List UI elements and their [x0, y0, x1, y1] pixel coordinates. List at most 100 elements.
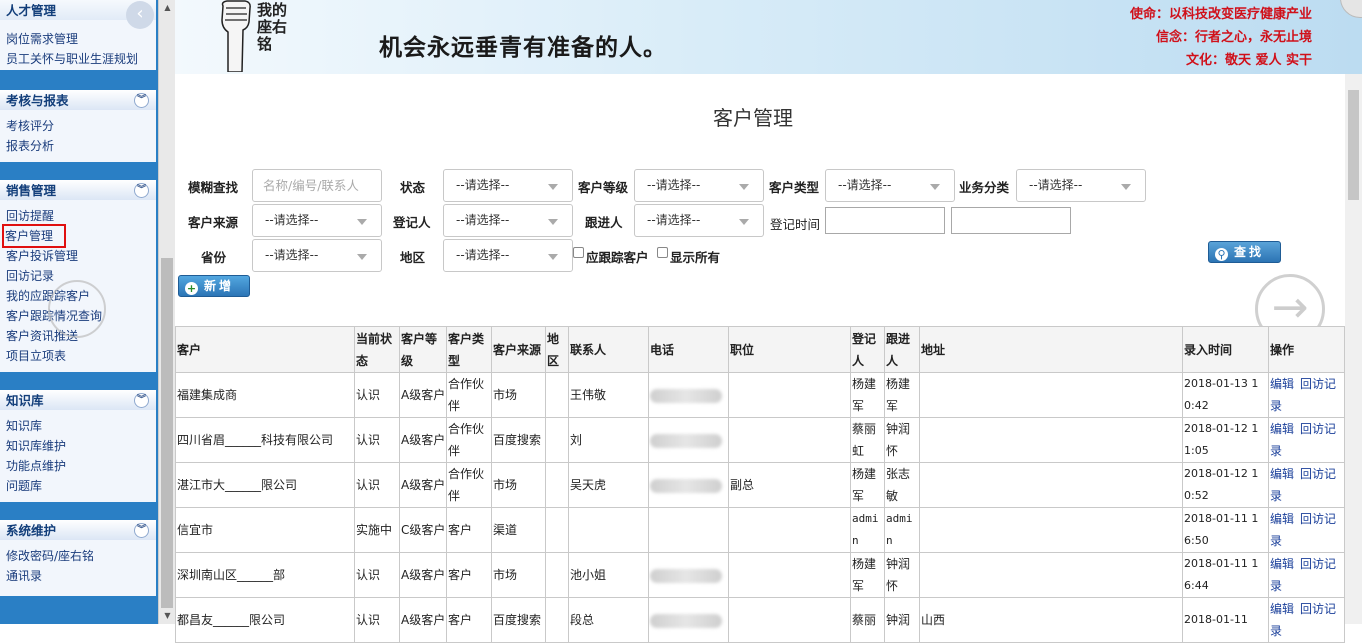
column-header[interactable]: 联系人 [568, 326, 649, 373]
sidebar-section-system: 系统维护 ︾ 修改密码/座右铭 通讯录 [0, 520, 156, 596]
sidebar-item-visit-reminder[interactable]: 回访提醒 [6, 206, 156, 226]
show-all-checkbox[interactable] [657, 247, 668, 258]
sidebar-item[interactable]: 岗位需求管理 [6, 29, 156, 49]
cell-phone [648, 417, 729, 463]
main-scroll-thumb[interactable] [1348, 90, 1359, 200]
scroll-down-icon[interactable]: ▼ [159, 608, 176, 624]
type-label: 客户类型 [769, 180, 820, 195]
column-header[interactable]: 客户类型 [446, 326, 492, 373]
source-select[interactable]: --请选择-- [252, 204, 382, 237]
sidebar-item[interactable]: 功能点维护 [6, 456, 156, 476]
cell-contact: 吴天虎 [568, 462, 649, 508]
sidebar-section-title[interactable]: 销售管理 ︾ [0, 180, 156, 200]
column-header[interactable]: 录入时间 [1182, 326, 1269, 373]
cell-actions: 编辑 回访记录 [1268, 417, 1345, 463]
sidebar-section-title[interactable]: 考核与报表 ︾ [0, 90, 156, 110]
cell-position [728, 372, 851, 418]
table-row[interactable]: 深圳南山区______部 认识 A级客户 客户 市场 池小姐 杨建军 钟润怀 2018-01-1… [175, 552, 1345, 598]
sidebar-section-title[interactable]: 知识库 ︾ [0, 390, 156, 410]
registrar-select[interactable]: --请选择-- [443, 204, 573, 237]
should-follow-checkbox[interactable] [573, 247, 584, 258]
sidebar-section-title[interactable]: 系统维护 ︾ [0, 520, 156, 540]
search-button[interactable]: ⚲ 查找 [1208, 241, 1281, 263]
cell-position: 副总 [728, 462, 851, 508]
column-header[interactable]: 客户等级 [399, 326, 447, 373]
column-header[interactable]: 职位 [728, 326, 851, 373]
sidebar-item[interactable]: 报表分析 [6, 136, 156, 156]
column-header[interactable]: 操作 [1268, 326, 1345, 373]
type-select[interactable]: --请选择-- [825, 169, 955, 202]
sidebar-scroll-thumb[interactable] [161, 258, 173, 608]
chevron-down-icon[interactable]: ︾ [134, 183, 149, 198]
redacted-phone [650, 433, 722, 448]
column-header[interactable]: 电话 [648, 326, 729, 373]
main-scrollbar[interactable] [1345, 74, 1362, 624]
table-row[interactable]: 湛江市大______限公司 认识 A级客户 合作伙伴 市场 吴天虎 副总 杨建军 张志敏 2018… [175, 462, 1345, 508]
column-header[interactable]: 客户来源 [491, 326, 546, 373]
cell-status: 认识 [354, 372, 400, 418]
show-all-label: 显示所有 [670, 250, 721, 265]
sidebar-item[interactable]: 通讯录 [6, 566, 156, 586]
edit-link[interactable]: 编辑 [1270, 512, 1294, 526]
level-select[interactable]: --请选择-- [634, 169, 764, 202]
edit-link[interactable]: 编辑 [1270, 557, 1294, 571]
column-header[interactable]: 地址 [919, 326, 1183, 373]
section-title-text: 知识库 [6, 393, 44, 408]
column-header[interactable]: 客户 [175, 326, 355, 373]
registrar-label: 登记人 [393, 215, 431, 230]
cell-position [728, 552, 851, 598]
cell-region [545, 462, 569, 508]
banner-mission: 使命：以科技改变医疗健康产业 [1129, 7, 1312, 22]
sidebar-item[interactable]: 客户投诉管理 [6, 246, 156, 266]
region-select[interactable]: --请选择-- [443, 239, 573, 272]
cell-registrar: 杨建军 [850, 552, 885, 598]
redacted-phone [650, 568, 722, 583]
sidebar-scrollbar[interactable]: ▲ ▼ [158, 0, 175, 624]
column-header[interactable]: 登记人 [850, 326, 885, 373]
add-button-label: 新增 [204, 279, 235, 293]
cell-address [919, 417, 1183, 463]
table-row[interactable]: 四川省眉______科技有限公司 认识 A级客户 合作伙伴 百度搜索刘 蔡丽虹 钟润怀 201… [175, 417, 1345, 463]
ghost-overlay-circle [48, 280, 106, 338]
cell-contact: 段总 [568, 597, 649, 643]
biz-select[interactable]: --请选择-- [1016, 169, 1146, 202]
cell-type: 客户 [446, 507, 492, 553]
column-header[interactable]: 当前状态 [354, 326, 400, 373]
sidebar-item-customer-management[interactable]: 客户管理 [2, 224, 66, 248]
table-row[interactable]: 信宜市 实施中 C级客户 客户 渠道 admin admin 2018-01-11 16:50… [175, 507, 1345, 553]
edit-link[interactable]: 编辑 [1270, 467, 1294, 481]
chevron-down-icon[interactable]: ︾ [134, 93, 149, 108]
cell-level: C级客户 [399, 507, 447, 553]
regtime-end-input[interactable] [951, 207, 1071, 234]
sidebar-item[interactable]: 知识库维护 [6, 436, 156, 456]
status-select[interactable]: --请选择-- [443, 169, 573, 202]
column-header[interactable]: 地区 [545, 326, 569, 373]
section-title-text: 考核与报表 [6, 93, 69, 108]
chevron-down-icon[interactable]: ︾ [134, 523, 149, 538]
fist-icon [221, 0, 251, 72]
edit-link[interactable]: 编辑 [1270, 377, 1294, 391]
sidebar-item[interactable]: 修改密码/座右铭 [6, 546, 156, 566]
follower-select[interactable]: --请选择-- [634, 204, 764, 237]
collapse-sidebar-icon[interactable]: ‹ [126, 1, 154, 29]
sidebar-item[interactable]: 项目立项表 [6, 346, 156, 366]
chevron-down-icon[interactable]: ︾ [134, 393, 149, 408]
province-select[interactable]: --请选择-- [252, 239, 382, 272]
fuzzy-search-input[interactable]: 名称/编号/联系人 [252, 169, 382, 202]
sidebar-item[interactable]: 员工关怀与职业生涯规划 [6, 49, 156, 69]
cell-follower: 钟润怀 [884, 417, 920, 463]
scroll-up-icon[interactable]: ▲ [159, 0, 176, 16]
edit-link[interactable]: 编辑 [1270, 602, 1294, 616]
add-button[interactable]: + 新增 [178, 275, 250, 297]
sidebar-item[interactable]: 问题库 [6, 476, 156, 496]
cell-contact: 刘 [568, 417, 649, 463]
region-label: 地区 [400, 250, 426, 265]
edit-link[interactable]: 编辑 [1270, 422, 1294, 436]
cell-source: 市场 [491, 552, 546, 598]
table-row[interactable]: 都昌友______限公司 认识 A级客户 客户 百度搜索 段总 蔡丽 钟润 山西 2018-01-… [175, 597, 1345, 643]
sidebar-item[interactable]: 考核评分 [6, 116, 156, 136]
regtime-start-input[interactable] [825, 207, 945, 234]
column-header[interactable]: 跟进人 [884, 326, 920, 373]
table-row[interactable]: 福建集成商 认识 A级客户 合作伙伴 市场 王伟敬 杨建军 杨建军 2018-01-13 10:… [175, 372, 1345, 418]
sidebar-item[interactable]: 知识库 [6, 416, 156, 436]
